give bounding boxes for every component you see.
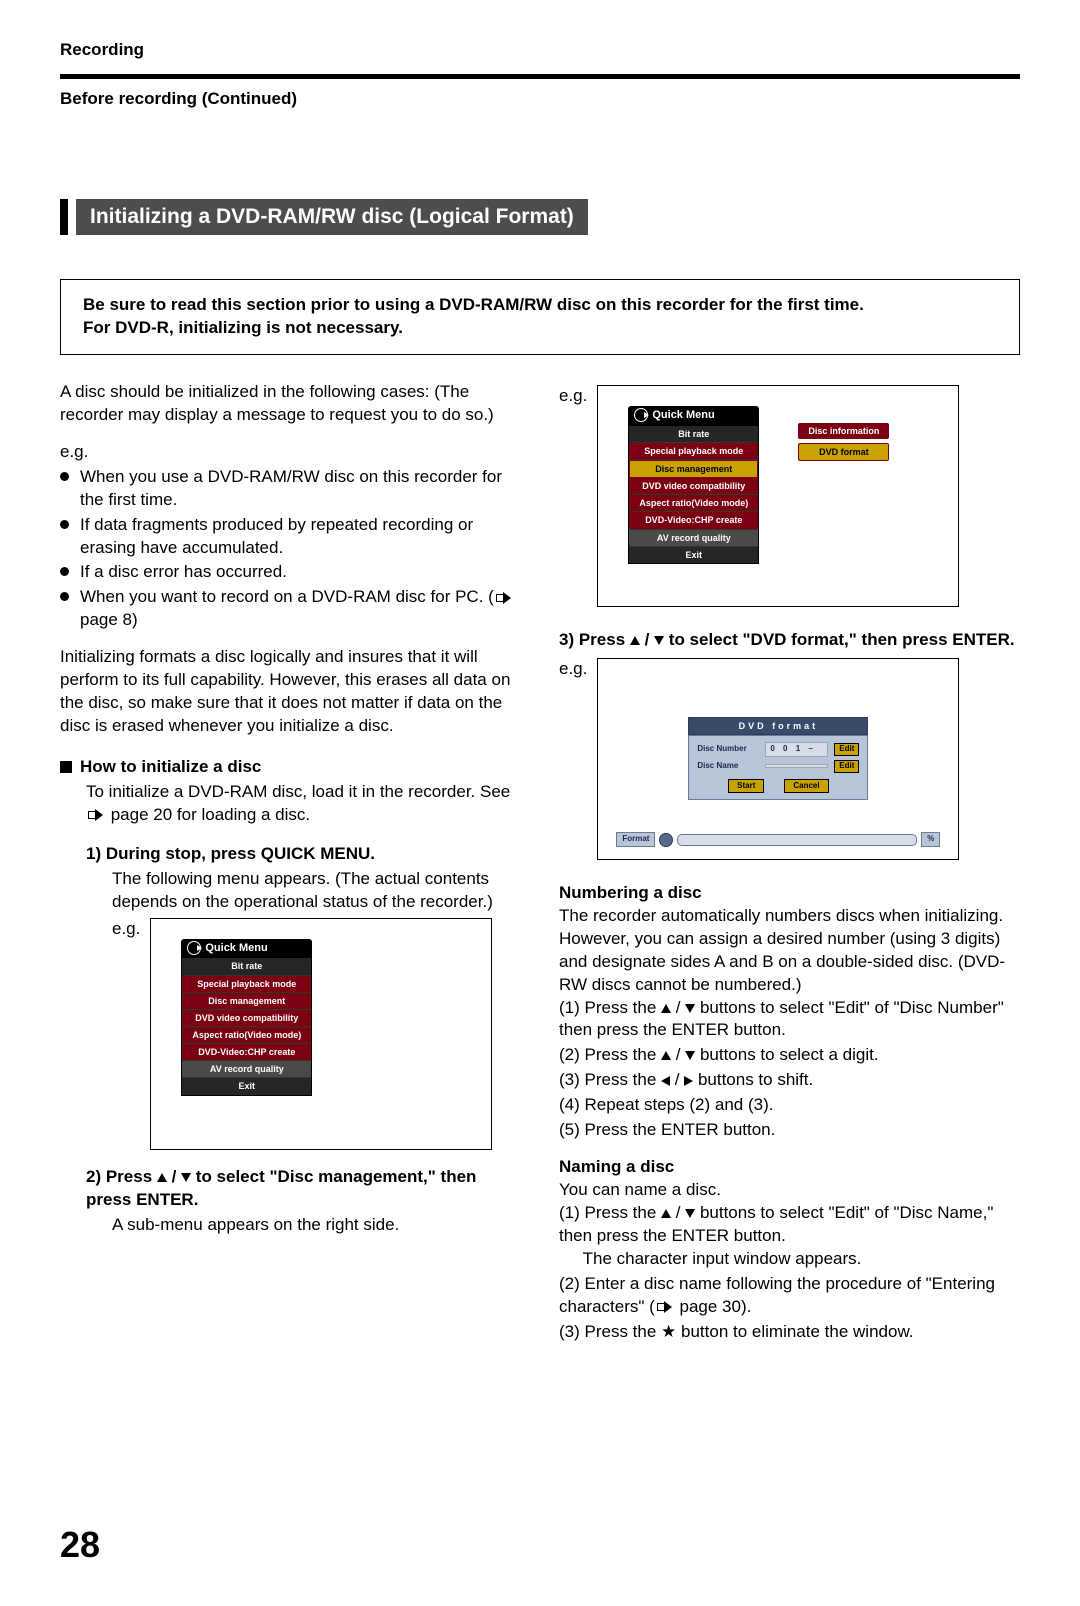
menu-item-spm: Special playback mode (182, 976, 311, 993)
section-title: Initializing a DVD-RAM/RW disc (Logical … (60, 199, 1020, 235)
sub-menu: Disc information DVD format (798, 423, 889, 465)
down-triangle-icon (181, 1173, 191, 1182)
menu-item-disc-mgmt-selected: Disc management (629, 460, 758, 478)
menu-item-chp: DVD-Video:CHP create (182, 1044, 311, 1061)
disc-number-label: Disc Number (697, 744, 759, 755)
menu-item-exit: Exit (182, 1078, 311, 1094)
naming-body: You can name a disc. (559, 1179, 1020, 1202)
quick-menu-list: Bit rate Special playback mode Disc mana… (628, 425, 759, 564)
quick-menu-list: Bit rate Special playback mode Disc mana… (181, 957, 312, 1095)
step3-heading: 3) Press / to select "DVD format," then … (559, 629, 1020, 652)
right-triangle-icon (684, 1076, 693, 1086)
page-ref-arrow-icon (657, 1301, 673, 1313)
running-head-section: Recording (60, 40, 1020, 60)
eg-label: e.g. (559, 385, 587, 408)
eg-label: e.g. (60, 441, 521, 464)
left-column: A disc should be initialized in the foll… (60, 381, 521, 1354)
disc-name-label: Disc Name (697, 761, 759, 772)
format-tag: Format (616, 832, 655, 847)
numbering-heading: Numbering a disc (559, 882, 1020, 905)
menu-item-disc-mgmt: Disc management (182, 993, 311, 1010)
numbering-steps: (1) Press the / buttons to select "Edit"… (559, 997, 1020, 1143)
percent-label: % (921, 832, 940, 847)
menu-item-bitrate: Bit rate (182, 958, 311, 975)
eg-label: e.g. (112, 918, 140, 941)
menu-item-dvd-compat: DVD video compatibility (182, 1010, 311, 1027)
quick-menu-icon (187, 941, 201, 955)
how-to-body: To initialize a DVD-RAM disc, load it in… (60, 781, 521, 827)
intro-text: A disc should be initialized in the foll… (60, 381, 521, 427)
divider (60, 74, 1020, 79)
step1-body: The following menu appears. (The actual … (86, 868, 521, 914)
disc-icon (659, 833, 673, 847)
osd-screenshot-3: DVD format Disc Number 0 0 1 – Edit Disc… (597, 658, 959, 860)
menu-item-dvd-compat: DVD video compatibility (629, 478, 758, 495)
menu-item-avq: AV record quality (629, 530, 758, 547)
callout-line1: Be sure to read this section prior to us… (83, 294, 997, 317)
left-triangle-icon (661, 1076, 670, 1086)
right-column: e.g. Quick Menu Bit rate Special playbac… (559, 381, 1020, 1354)
disc-number-value: 0 0 1 – (765, 742, 828, 757)
menu-item-chp: DVD-Video:CHP create (629, 512, 758, 529)
step2-body: A sub-menu appears on the right side. (86, 1214, 521, 1237)
up-triangle-icon (661, 1004, 671, 1013)
case-item: If a disc error has occurred. (60, 561, 521, 584)
edit-button: Edit (834, 760, 859, 773)
menu-item-spm: Special playback mode (629, 443, 758, 460)
section-title-text: Initializing a DVD-RAM/RW disc (Logical … (76, 199, 588, 235)
up-triangle-icon (661, 1051, 671, 1060)
down-triangle-icon (685, 1051, 695, 1060)
quick-menu-icon (634, 408, 648, 422)
star-icon: ★ (661, 1322, 676, 1341)
naming-steps: (1) Press the / buttons to select "Edit"… (559, 1202, 1020, 1344)
up-triangle-icon (157, 1173, 167, 1182)
menu-item-avq: AV record quality (182, 1061, 311, 1078)
osd-screenshot-2: Quick Menu Bit rate Special playback mod… (597, 385, 959, 607)
cancel-button: Cancel (784, 779, 828, 794)
osd-screenshot-1: Quick Menu Bit rate Special playback mod… (150, 918, 492, 1150)
case-item: When you use a DVD-RAM/RW disc on this r… (60, 466, 521, 512)
page-ref-arrow-icon (88, 809, 104, 821)
quick-menu-title: Quick Menu (628, 406, 759, 425)
step2-heading: 2) Press / to select "Disc management," … (86, 1166, 521, 1212)
callout-line2: For DVD-R, initializing is not necessary… (83, 317, 997, 340)
up-triangle-icon (661, 1209, 671, 1218)
page-number: 28 (60, 1524, 1020, 1566)
quick-menu-title: Quick Menu (181, 939, 312, 958)
page-ref-arrow-icon (496, 592, 512, 604)
menu-item-aspect: Aspect ratio(Video mode) (629, 495, 758, 512)
submenu-disc-info: Disc information (798, 423, 889, 439)
menu-item-aspect: Aspect ratio(Video mode) (182, 1027, 311, 1044)
down-triangle-icon (654, 636, 664, 645)
eg-label: e.g. (559, 658, 587, 681)
down-triangle-icon (685, 1209, 695, 1218)
menu-item-exit: Exit (629, 547, 758, 563)
start-button: Start (728, 779, 764, 794)
running-head-subsection: Before recording (Continued) (60, 89, 1020, 109)
warning-callout: Be sure to read this section prior to us… (60, 279, 1020, 355)
step1-heading: 1) During stop, press QUICK MENU. (86, 843, 521, 866)
case-list: When you use a DVD-RAM/RW disc on this r… (60, 466, 521, 633)
format-progress-bar: Format % (616, 833, 940, 847)
format-warning: Initializing formats a disc logically an… (60, 646, 521, 738)
down-triangle-icon (685, 1004, 695, 1013)
edit-button: Edit (834, 743, 859, 756)
case-item: When you want to record on a DVD-RAM dis… (60, 586, 521, 632)
how-to-heading: How to initialize a disc (60, 756, 521, 779)
numbering-body: The recorder automatically numbers discs… (559, 905, 1020, 997)
naming-heading: Naming a disc (559, 1156, 1020, 1179)
submenu-dvd-format: DVD format (798, 443, 889, 461)
disc-name-value (765, 764, 828, 768)
up-triangle-icon (630, 636, 640, 645)
dvd-format-title: DVD format (688, 717, 868, 735)
case-item: If data fragments produced by repeated r… (60, 514, 521, 560)
menu-item-bitrate: Bit rate (629, 426, 758, 443)
